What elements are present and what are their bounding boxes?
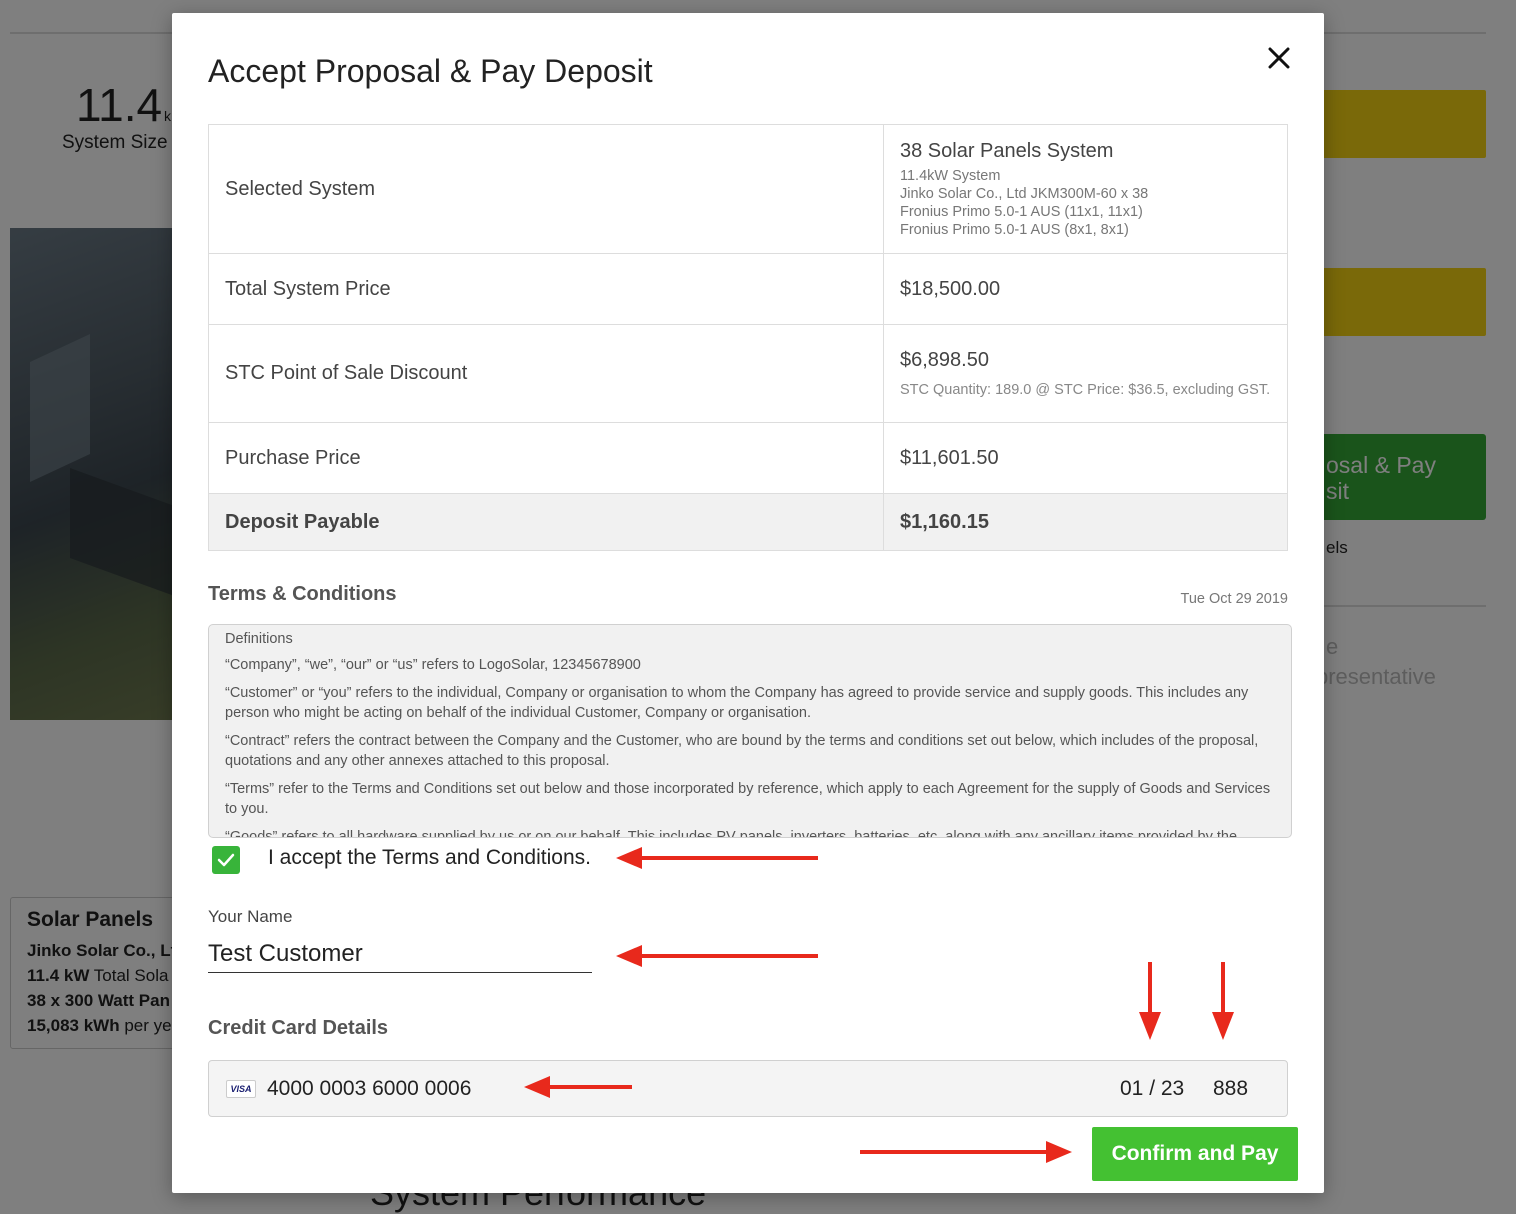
accept-terms-checkbox[interactable]	[212, 846, 240, 874]
proposal-summary-table: Selected System 38 Solar Panels System 1…	[208, 124, 1288, 551]
purchase-price-value: $11,601.50	[883, 422, 1288, 494]
close-button[interactable]	[1262, 41, 1296, 75]
terms-paragraph: “Company”, “we”, “our” or “us” refers to…	[225, 657, 641, 673]
system-detail: 11.4kW System	[900, 167, 1001, 184]
terms-paragraph: “Customer” or “you” refers to the indivi…	[225, 685, 1249, 721]
table-row: Deposit Payable $1,160.15	[208, 493, 1288, 551]
deposit-value: $1,160.15	[883, 493, 1288, 551]
red-arrow-icon	[616, 847, 818, 869]
terms-scroll-box[interactable]: Definitions “Company”, “we”, “our” or “u…	[208, 624, 1292, 838]
confirm-and-pay-button[interactable]: Confirm and Pay	[1092, 1127, 1298, 1181]
stc-discount-cell: $6,898.50 STC Quantity: 189.0 @ STC Pric…	[883, 324, 1288, 423]
your-name-label: Your Name	[208, 907, 293, 926]
selected-system-value: 38 Solar Panels System 11.4kW System Jin…	[883, 124, 1288, 254]
total-price-value: $18,500.00	[883, 253, 1288, 325]
red-arrow-icon	[524, 1076, 632, 1098]
stc-discount-label: STC Point of Sale Discount	[208, 324, 884, 423]
terms-heading: Terms & Conditions	[208, 583, 397, 605]
system-detail: Jinko Solar Co., Ltd JKM300M-60 x 38	[900, 185, 1149, 202]
deposit-label: Deposit Payable	[208, 493, 884, 551]
accept-terms-label[interactable]: I accept the Terms and Conditions.	[268, 846, 591, 870]
modal-title: Accept Proposal & Pay Deposit	[208, 53, 653, 89]
red-arrow-icon	[860, 1141, 1072, 1163]
close-icon	[1268, 47, 1290, 69]
stc-note: STC Quantity: 189.0 @ STC Price: $36.5, …	[900, 382, 1271, 398]
red-arrow-icon	[1139, 962, 1161, 1040]
terms-paragraph: “Goods” refers to all hardware supplied …	[225, 829, 1238, 838]
visa-icon: VISA	[226, 1080, 256, 1098]
terms-date: Tue Oct 29 2019	[1180, 591, 1288, 607]
system-detail: Fronius Primo 5.0-1 AUS (11x1, 11x1)	[900, 203, 1143, 220]
table-row: Total System Price $18,500.00	[208, 253, 1288, 325]
card-cvc-input[interactable]: 888	[1213, 1077, 1248, 1101]
terms-paragraph: “Terms” refer to the Terms and Condition…	[225, 781, 1271, 817]
card-expiry-input[interactable]: 01 / 23	[1120, 1077, 1184, 1101]
credit-card-field[interactable]: VISA 4000 0003 6000 0006 01 / 23 888	[208, 1060, 1288, 1117]
terms-paragraph: “Contract” refers the contract between t…	[225, 733, 1259, 769]
table-row: Selected System 38 Solar Panels System 1…	[208, 124, 1288, 254]
red-arrow-icon	[616, 945, 818, 967]
selected-system-label: Selected System	[208, 124, 884, 254]
your-name-input[interactable]	[208, 935, 592, 973]
credit-card-heading: Credit Card Details	[208, 1017, 389, 1039]
table-row: STC Point of Sale Discount $6,898.50 STC…	[208, 324, 1288, 423]
purchase-price-label: Purchase Price	[208, 422, 884, 494]
table-row: Purchase Price $11,601.50	[208, 422, 1288, 494]
system-name: 38 Solar Panels System	[900, 139, 1114, 162]
stc-discount-value: $6,898.50	[900, 349, 989, 371]
total-price-label: Total System Price	[208, 253, 884, 325]
card-number-input[interactable]: 4000 0003 6000 0006	[267, 1077, 471, 1101]
red-arrow-icon	[1212, 962, 1234, 1040]
system-detail: Fronius Primo 5.0-1 AUS (8x1, 8x1)	[900, 221, 1129, 238]
check-icon	[217, 853, 235, 867]
terms-paragraph: Definitions	[225, 631, 293, 647]
